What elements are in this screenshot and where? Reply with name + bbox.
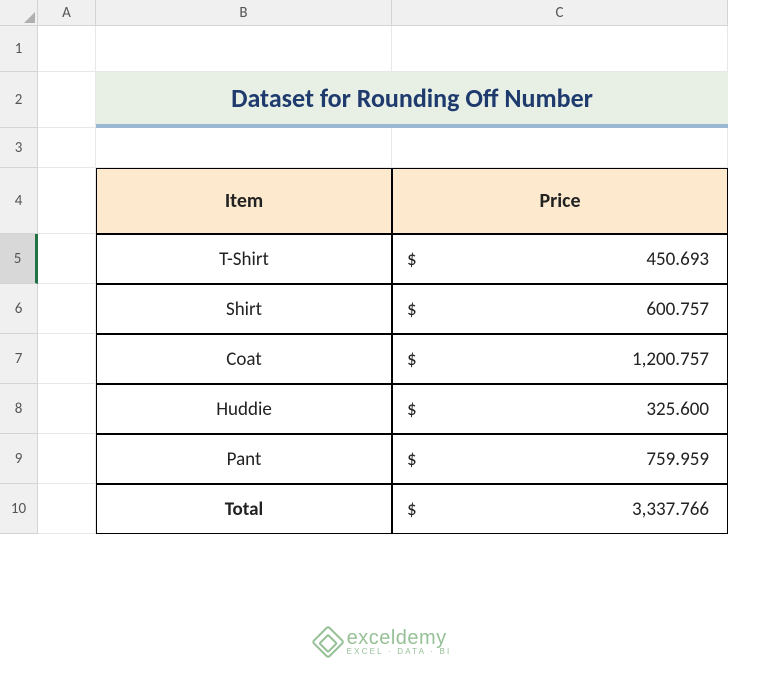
col-header-C[interactable]: C bbox=[392, 0, 728, 26]
table-header-item[interactable]: Item bbox=[96, 168, 392, 234]
row-header-1[interactable]: 1 bbox=[0, 26, 38, 72]
select-all-corner[interactable] bbox=[0, 0, 38, 26]
table-row[interactable]: $ 450.693 bbox=[392, 234, 728, 284]
cell-A6[interactable] bbox=[38, 284, 96, 334]
currency-symbol: $ bbox=[407, 248, 417, 271]
table-total-price[interactable]: $ 3,337.766 bbox=[392, 484, 728, 534]
currency-symbol: $ bbox=[407, 498, 417, 521]
cell-A9[interactable] bbox=[38, 434, 96, 484]
cell-C1[interactable] bbox=[392, 26, 728, 72]
table-row[interactable]: Coat bbox=[96, 334, 392, 384]
cell-B3[interactable] bbox=[96, 128, 392, 168]
row-header-9[interactable]: 9 bbox=[0, 434, 38, 484]
col-header-B[interactable]: B bbox=[96, 0, 392, 26]
table-row[interactable]: $ 325.600 bbox=[392, 384, 728, 434]
title-cell[interactable]: Dataset for Rounding Off Number bbox=[96, 72, 728, 128]
cell-A4[interactable] bbox=[38, 168, 96, 234]
watermark: exceldemy EXCEL · DATA · BI bbox=[316, 628, 452, 656]
watermark-text: exceldemy EXCEL · DATA · BI bbox=[347, 628, 452, 656]
table-total-label[interactable]: Total bbox=[96, 484, 392, 534]
currency-symbol: $ bbox=[407, 298, 417, 321]
table-row[interactable]: $ 600.757 bbox=[392, 284, 728, 334]
row-header-2[interactable]: 2 bbox=[0, 72, 38, 128]
cell-A2[interactable] bbox=[38, 72, 96, 128]
cell-A8[interactable] bbox=[38, 384, 96, 434]
currency-symbol: $ bbox=[407, 348, 417, 371]
table-row[interactable]: $ 759.959 bbox=[392, 434, 728, 484]
currency-symbol: $ bbox=[407, 398, 417, 421]
cell-A7[interactable] bbox=[38, 334, 96, 384]
price-value: 450.693 bbox=[646, 248, 709, 271]
cell-A10[interactable] bbox=[38, 484, 96, 534]
cell-A3[interactable] bbox=[38, 128, 96, 168]
cell-A5[interactable] bbox=[38, 234, 96, 284]
table-row[interactable]: T-Shirt bbox=[96, 234, 392, 284]
price-value: 325.600 bbox=[646, 398, 709, 421]
spreadsheet-grid: A B C 1 2 Dataset for Rounding Off Numbe… bbox=[0, 0, 767, 534]
price-value: 3,337.766 bbox=[632, 498, 709, 521]
watermark-sub: EXCEL · DATA · BI bbox=[347, 648, 452, 656]
table-row[interactable]: $ 1,200.757 bbox=[392, 334, 728, 384]
row-header-7[interactable]: 7 bbox=[0, 334, 38, 384]
row-header-8[interactable]: 8 bbox=[0, 384, 38, 434]
row-header-10[interactable]: 10 bbox=[0, 484, 38, 534]
price-value: 1,200.757 bbox=[632, 348, 709, 371]
price-value: 600.757 bbox=[646, 298, 709, 321]
cell-B1[interactable] bbox=[96, 26, 392, 72]
cell-A1[interactable] bbox=[38, 26, 96, 72]
exceldemy-logo-icon bbox=[311, 625, 345, 659]
row-header-3[interactable]: 3 bbox=[0, 128, 38, 168]
table-row[interactable]: Pant bbox=[96, 434, 392, 484]
table-row[interactable]: Shirt bbox=[96, 284, 392, 334]
watermark-brand: exceldemy bbox=[347, 628, 452, 648]
table-header-price[interactable]: Price bbox=[392, 168, 728, 234]
row-header-4[interactable]: 4 bbox=[0, 168, 38, 234]
currency-symbol: $ bbox=[407, 448, 417, 471]
price-value: 759.959 bbox=[646, 448, 709, 471]
col-header-A[interactable]: A bbox=[38, 0, 96, 26]
cell-C3[interactable] bbox=[392, 128, 728, 168]
row-header-5[interactable]: 5 bbox=[0, 234, 38, 284]
row-header-6[interactable]: 6 bbox=[0, 284, 38, 334]
table-row[interactable]: Huddie bbox=[96, 384, 392, 434]
